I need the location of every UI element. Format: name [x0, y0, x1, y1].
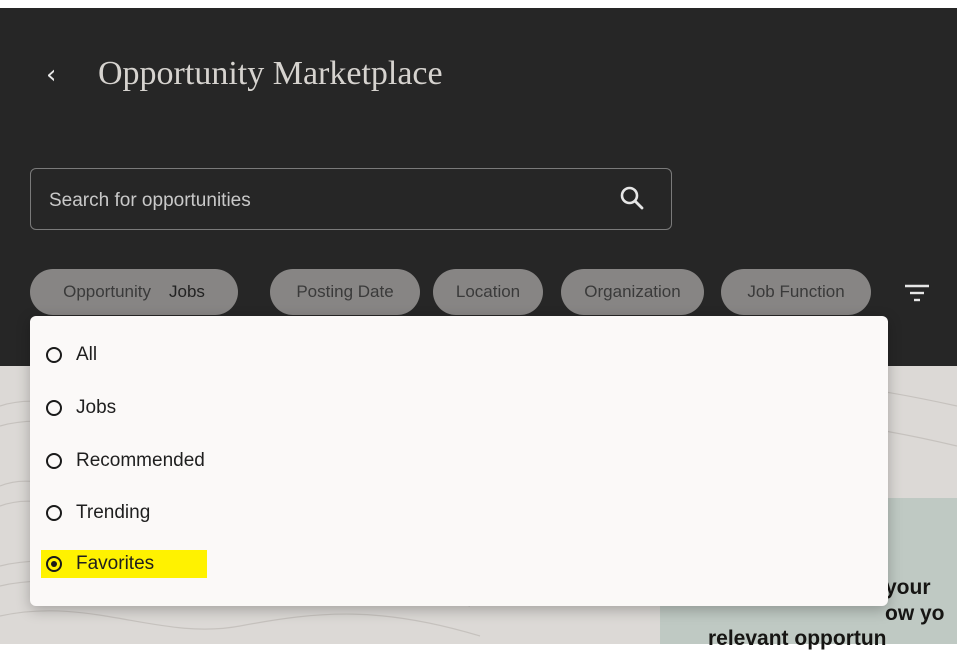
- option-trending[interactable]: Trending: [46, 498, 150, 528]
- filter-chip-posting-date[interactable]: Posting Date: [270, 269, 420, 315]
- search-input[interactable]: Search for opportunities: [49, 189, 251, 213]
- filter-chip-job-function[interactable]: Job Function: [721, 269, 871, 315]
- filter-chip-label: Location: [455, 282, 521, 301]
- radio-icon[interactable]: [46, 400, 62, 416]
- radio-icon[interactable]: [46, 505, 62, 521]
- option-label: Jobs: [76, 397, 117, 418]
- filter-chip-location[interactable]: Location: [433, 269, 543, 315]
- option-jobs[interactable]: Jobs: [46, 393, 116, 423]
- option-label: Favorites: [76, 553, 155, 574]
- option-label: All: [76, 344, 98, 365]
- filter-chip-label: Job Function: [747, 282, 845, 301]
- page-title: Opportunity Marketplace: [98, 55, 443, 92]
- radio-icon[interactable]: [46, 453, 62, 469]
- filter-chip-organization[interactable]: Organization: [561, 269, 704, 315]
- search-box[interactable]: Search for opportunities: [30, 168, 672, 230]
- radio-icon[interactable]: [46, 347, 62, 363]
- option-label: Recommended: [76, 450, 205, 471]
- option-favorites[interactable]: Favorites: [46, 549, 154, 579]
- opportunity-dropdown: All Jobs Recommended Trending Favorites: [30, 316, 888, 606]
- filter-chip-opportunity-label: Opportunity: [63, 282, 151, 301]
- search-icon[interactable]: [619, 185, 645, 211]
- option-all[interactable]: All: [46, 340, 97, 370]
- top-strip: [0, 0, 957, 8]
- filter-chip-label: Organization: [584, 282, 681, 301]
- filter-icon[interactable]: [903, 282, 931, 304]
- filter-chip-opportunity[interactable]: Opportunity Jobs: [30, 269, 238, 315]
- promo-text-line-3: relevant opportun: [708, 627, 887, 650]
- promo-text-line-2: ow yo: [885, 602, 945, 625]
- filter-chip-opportunity-value: Jobs: [168, 282, 205, 301]
- option-recommended[interactable]: Recommended: [46, 446, 205, 476]
- promo-text-line-1: your: [885, 576, 931, 599]
- chevron-left-icon: ‹: [46, 60, 57, 90]
- radio-selected-icon[interactable]: [46, 556, 62, 572]
- option-label: Trending: [76, 502, 151, 523]
- back-button[interactable]: ‹: [46, 58, 68, 92]
- filter-chip-label: Posting Date: [296, 282, 394, 301]
